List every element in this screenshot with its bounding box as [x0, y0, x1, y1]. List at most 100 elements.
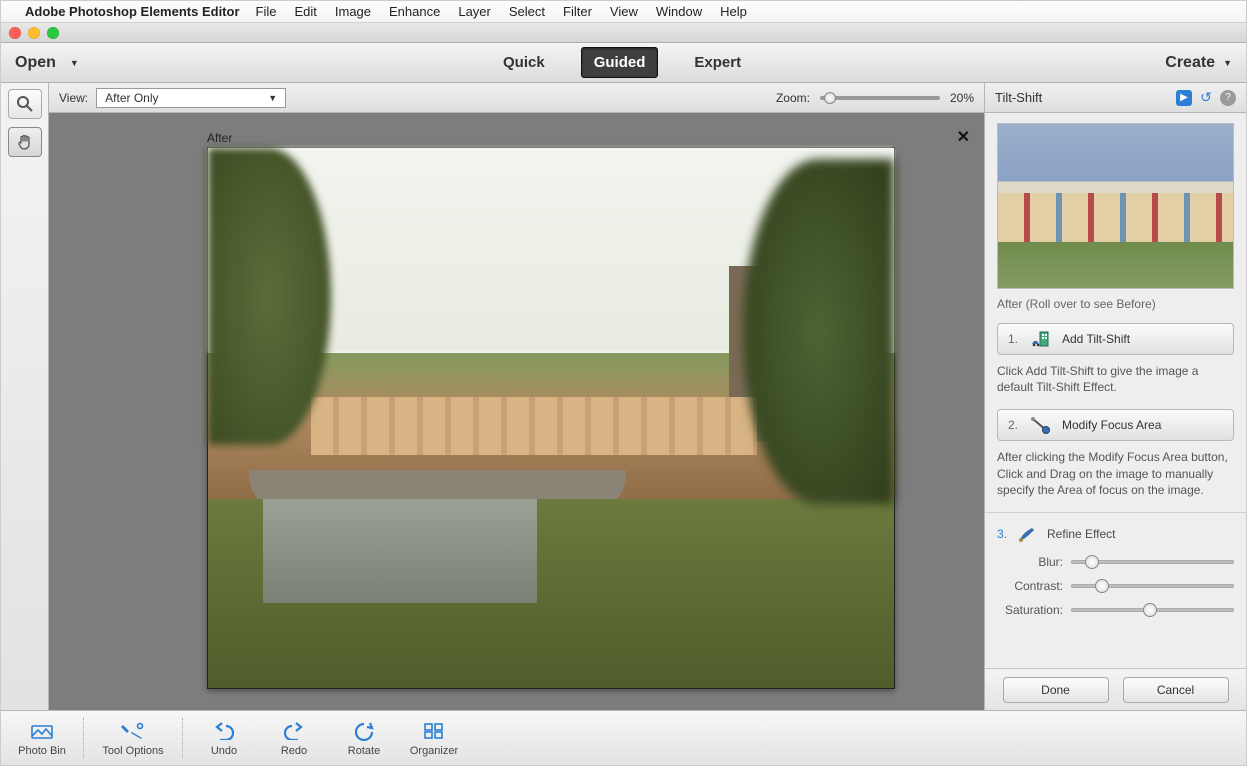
preview-caption: After (Roll over to see Before) [997, 297, 1234, 311]
play-video-icon[interactable]: ▶ [1176, 90, 1192, 106]
brush-icon [1017, 525, 1037, 543]
step-number: 1. [1008, 332, 1022, 346]
bottom-toolbar: Photo Bin Tool Options Undo Redo Rotate … [1, 710, 1246, 765]
rotate-icon [352, 720, 376, 742]
reset-icon[interactable]: ↺ [1198, 90, 1214, 106]
panel-footer: Done Cancel [985, 668, 1246, 710]
create-menu-button[interactable]: Create ▼ [1165, 54, 1232, 72]
window-zoom-button[interactable] [47, 27, 59, 39]
blur-label: Blur: [997, 555, 1063, 569]
step-number: 2. [1008, 418, 1022, 432]
saturation-slider-thumb[interactable] [1143, 603, 1157, 617]
menu-help[interactable]: Help [720, 4, 747, 19]
window-minimize-button[interactable] [28, 27, 40, 39]
separator [83, 718, 84, 758]
rotate-button[interactable]: Rotate [333, 720, 395, 757]
contrast-slider[interactable] [1071, 584, 1234, 588]
chevron-down-icon: ▼ [268, 93, 277, 103]
tab-expert[interactable]: Expert [682, 48, 753, 77]
view-select-value: After Only [105, 91, 158, 105]
close-document-button[interactable]: ✕ [957, 127, 970, 147]
organizer-button[interactable]: Organizer [403, 720, 465, 757]
document-image[interactable] [207, 147, 895, 689]
menu-file[interactable]: File [256, 4, 277, 19]
hand-icon [16, 133, 34, 151]
step2-description: After clicking the Modify Focus Area but… [997, 449, 1234, 498]
open-menu-button[interactable]: Open ▼ [15, 54, 79, 72]
menu-select[interactable]: Select [509, 4, 545, 19]
modify-focus-button[interactable]: 2. Modify Focus Area [997, 409, 1234, 441]
tool-options-button[interactable]: Tool Options [94, 720, 172, 757]
mac-menubar: Adobe Photoshop Elements Editor File Edi… [1, 1, 1246, 23]
refine-header: 3. Refine Effect [997, 525, 1234, 543]
open-label: Open [15, 54, 56, 72]
mode-tabs: Quick Guided Expert [491, 47, 753, 78]
window-close-button[interactable] [9, 27, 21, 39]
cancel-button[interactable]: Cancel [1123, 677, 1229, 703]
blur-slider[interactable] [1071, 560, 1234, 564]
window-titlebar [1, 23, 1246, 43]
separator [985, 512, 1246, 513]
canvas-after-label: After [207, 131, 232, 145]
panel-title: Tilt-Shift [995, 90, 1042, 105]
contrast-slider-thumb[interactable] [1095, 579, 1109, 593]
contrast-slider-row: Contrast: [997, 579, 1234, 593]
menu-view[interactable]: View [610, 4, 638, 19]
photo-bin-icon [30, 720, 54, 742]
step1-description: Click Add Tilt-Shift to give the image a… [997, 363, 1234, 395]
zoom-value: 20% [950, 91, 974, 105]
focus-icon [1030, 415, 1052, 435]
photo-bin-button[interactable]: Photo Bin [11, 720, 73, 757]
canvas-area: View: After Only ▼ Zoom: 20% After ✕ [49, 83, 984, 710]
left-toolbar [1, 83, 49, 710]
help-icon[interactable]: ? [1220, 90, 1236, 106]
saturation-slider[interactable] [1071, 608, 1234, 612]
canvas-inner[interactable]: After ✕ [49, 113, 984, 710]
organizer-label: Organizer [410, 745, 458, 757]
redo-button[interactable]: Redo [263, 720, 325, 757]
panel-header: Tilt-Shift ▶ ↺ ? [985, 83, 1246, 113]
blur-slider-thumb[interactable] [1085, 555, 1099, 569]
panel-body: After (Roll over to see Before) 1. Add T… [985, 113, 1246, 668]
right-panel: Tilt-Shift ▶ ↺ ? After (Roll over to see… [984, 83, 1246, 710]
zoom-tool-button[interactable] [8, 89, 42, 119]
hand-tool-button[interactable] [8, 127, 42, 157]
done-button[interactable]: Done [1003, 677, 1109, 703]
photo-bin-label: Photo Bin [18, 745, 66, 757]
saturation-label: Saturation: [997, 603, 1063, 617]
create-label: Create [1165, 54, 1215, 72]
menu-filter[interactable]: Filter [563, 4, 592, 19]
step-label: Add Tilt-Shift [1062, 332, 1130, 346]
zoom-slider[interactable] [820, 96, 940, 100]
rotate-label: Rotate [348, 745, 380, 757]
zoom-label: Zoom: [776, 91, 810, 105]
step-label: Modify Focus Area [1062, 418, 1161, 432]
tab-guided[interactable]: Guided [581, 47, 659, 78]
tool-options-label: Tool Options [102, 745, 163, 757]
menu-window[interactable]: Window [656, 4, 702, 19]
contrast-label: Contrast: [997, 579, 1063, 593]
menu-edit[interactable]: Edit [294, 4, 316, 19]
saturation-slider-row: Saturation: [997, 603, 1234, 617]
view-select[interactable]: After Only ▼ [96, 88, 286, 108]
chevron-down-icon: ▼ [70, 58, 79, 68]
building-icon [1030, 329, 1052, 349]
redo-icon [282, 720, 306, 742]
effect-preview[interactable] [997, 123, 1234, 289]
menu-layer[interactable]: Layer [458, 4, 491, 19]
chevron-down-icon: ▼ [1223, 58, 1232, 68]
view-label: View: [59, 91, 88, 105]
app-name[interactable]: Adobe Photoshop Elements Editor [25, 4, 240, 19]
blur-slider-row: Blur: [997, 555, 1234, 569]
menu-enhance[interactable]: Enhance [389, 4, 440, 19]
add-tiltshift-button[interactable]: 1. Add Tilt-Shift [997, 323, 1234, 355]
zoom-slider-thumb[interactable] [824, 92, 836, 104]
undo-button[interactable]: Undo [193, 720, 255, 757]
tool-options-icon [120, 720, 146, 742]
menu-image[interactable]: Image [335, 4, 371, 19]
step-label: Refine Effect [1047, 527, 1115, 541]
tab-quick[interactable]: Quick [491, 48, 557, 77]
view-bar: View: After Only ▼ Zoom: 20% [49, 83, 984, 113]
step-number: 3. [997, 527, 1007, 541]
redo-label: Redo [281, 745, 307, 757]
